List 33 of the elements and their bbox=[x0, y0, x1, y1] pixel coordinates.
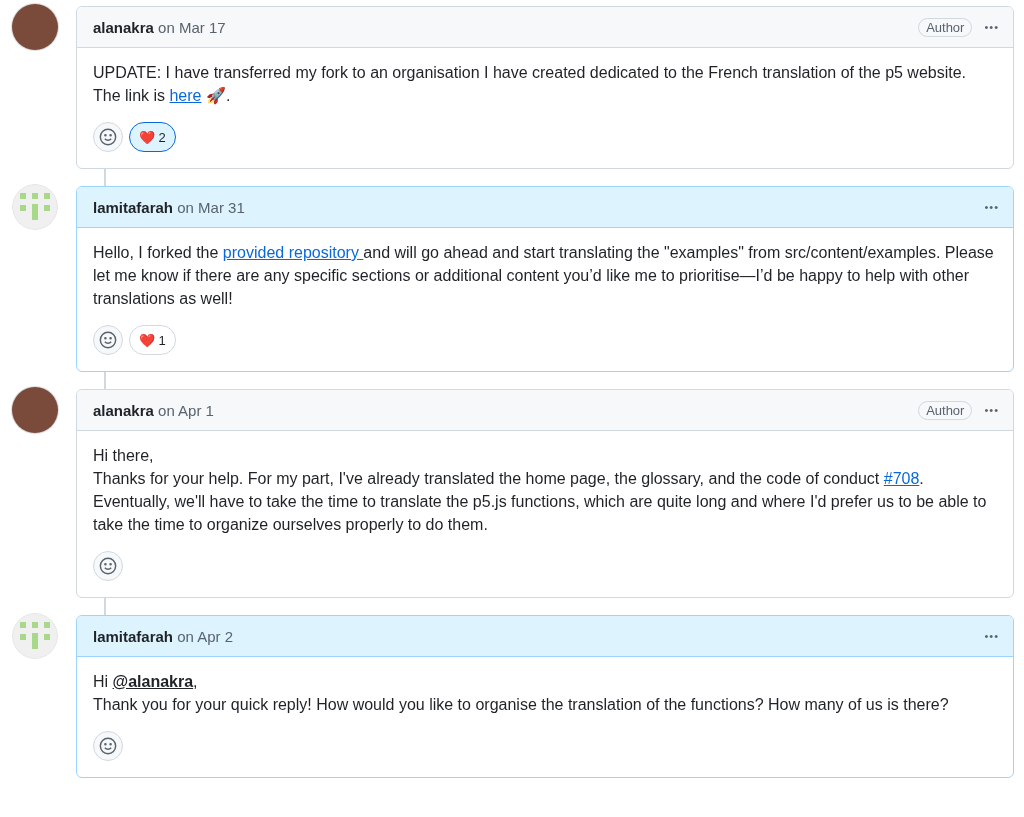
smiley-icon bbox=[99, 737, 117, 755]
link[interactable]: provided repository bbox=[222, 244, 364, 261]
comment-date[interactable]: on Apr 2 bbox=[177, 627, 234, 645]
comment-date[interactable]: on Apr 1 bbox=[158, 401, 214, 419]
comment-text: Hi @alanakra, bbox=[93, 672, 199, 692]
comment-date[interactable]: on Mar 31 bbox=[177, 198, 245, 216]
avatar-photo-placeholder[interactable] bbox=[12, 4, 58, 50]
comment-date[interactable]: on Mar 17 bbox=[158, 18, 226, 36]
smiley-icon bbox=[99, 128, 117, 146]
comment-text: Hello, I forked the provided repository and will go ahead and start translating the "examples" from src/content/examples. Please let me know if there are any specific sections or additional content you’d like me to prioritise—I’d be happy to help with other translations as well! bbox=[93, 243, 995, 309]
comment-text: Thanks for your help. For my part, I've already translated the home page, the glossary, and the code of conduct #708. Eventually, we'll have to take the time to translate the p5.js functions, which are quite long and where I'd prefer us to be able to take the time to organize ourselves properly to do them. bbox=[93, 469, 988, 535]
author-name[interactable]: lamitafarah bbox=[93, 627, 174, 645]
more-options-button[interactable]: ••• bbox=[980, 19, 1003, 35]
add-reaction-button[interactable] bbox=[93, 551, 123, 581]
comment-text: Hi there, bbox=[93, 446, 155, 466]
avatar-photo-placeholder[interactable] bbox=[12, 387, 58, 433]
add-reaction-button[interactable] bbox=[93, 731, 123, 761]
more-options-button[interactable]: ••• bbox=[980, 628, 1003, 644]
more-options-button[interactable]: ••• bbox=[980, 402, 1003, 418]
more-options-button[interactable]: ••• bbox=[980, 199, 1003, 215]
author-name[interactable]: alanakra bbox=[93, 401, 154, 419]
reaction-button[interactable]: ❤ 2 bbox=[129, 122, 176, 152]
link[interactable]: #708 bbox=[883, 470, 920, 487]
smiley-icon bbox=[99, 331, 117, 349]
author-name[interactable]: alanakra bbox=[93, 18, 154, 36]
reaction-button[interactable]: ❤ 1 bbox=[129, 325, 176, 355]
comment-text: UPDATE: I have transferred my fork to an organisation I have created dedicated to the French translation of the p5 website. The link is here 🚀. bbox=[93, 63, 968, 106]
author-name[interactable]: lamitafarah bbox=[93, 198, 174, 216]
add-reaction-button[interactable] bbox=[93, 122, 123, 152]
link[interactable]: here bbox=[169, 87, 202, 104]
add-reaction-button[interactable] bbox=[93, 325, 123, 355]
comment-text: Thank you for your quick reply! How would you like to organise the translation of the functions? How many of us is there? bbox=[93, 695, 950, 715]
smiley-icon bbox=[99, 557, 117, 575]
